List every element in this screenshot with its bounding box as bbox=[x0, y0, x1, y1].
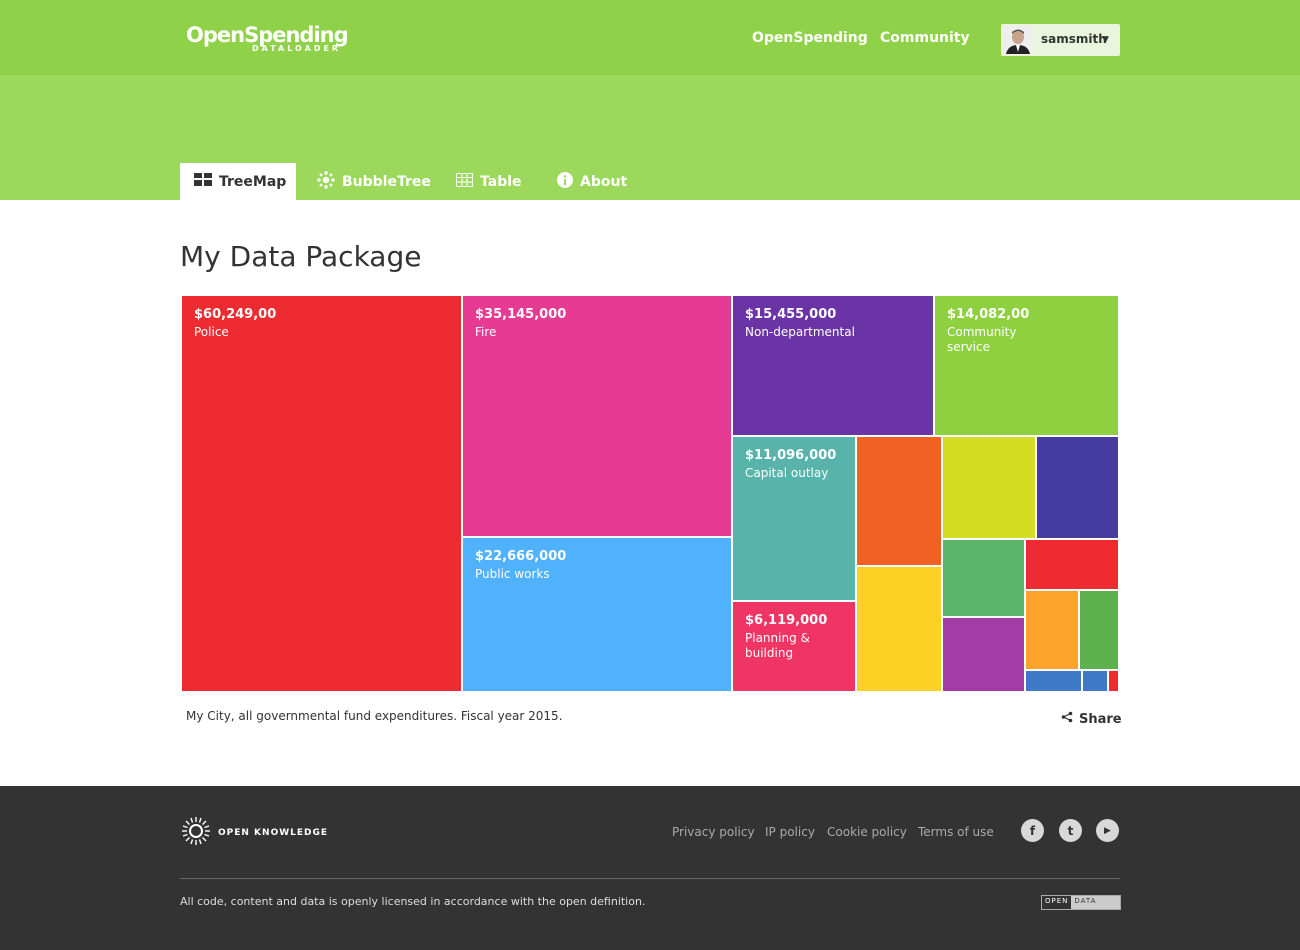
cell-label: Fire bbox=[475, 325, 497, 339]
cell-label: Public works bbox=[475, 567, 550, 581]
nav-openspending-link[interactable]: OpenSpending bbox=[752, 30, 868, 46]
tab-label: Table bbox=[480, 173, 522, 190]
openspending-logo[interactable]: OpenSpending DATALOADER bbox=[186, 22, 349, 53]
treemap-cell-capital-outlay[interactable]: $11,096,000 Capital outlay bbox=[732, 436, 856, 601]
table-icon bbox=[456, 172, 473, 191]
twitter-icon[interactable]: t bbox=[1059, 819, 1082, 842]
share-button[interactable]: Share bbox=[1061, 711, 1122, 727]
cell-label: Non-departmental bbox=[745, 325, 855, 339]
share-label: Share bbox=[1079, 711, 1122, 727]
page-title: My Data Package bbox=[180, 240, 422, 273]
open-knowledge-text: OPEN KNOWLEDGE bbox=[218, 828, 329, 838]
treemap-cell-non-departmental[interactable]: $15,455,000 Non-departmental bbox=[732, 295, 934, 436]
cell-amount: $22,666,000 bbox=[475, 549, 567, 564]
nav-community-link[interactable]: Community bbox=[880, 30, 970, 46]
treemap-cell-fire[interactable]: $35,145,000 Fire bbox=[462, 295, 732, 537]
cell-amount: $35,145,000 bbox=[475, 307, 567, 322]
cell-label: Planning & building bbox=[745, 631, 810, 660]
badge-data-text: DATA bbox=[1071, 896, 1120, 909]
treemap-cell-police[interactable]: $60,249,00 Police bbox=[181, 295, 462, 692]
privacy-policy-link[interactable]: Privacy policy bbox=[672, 825, 755, 839]
share-icon bbox=[1061, 711, 1073, 727]
tab-bubbletree[interactable]: BubbleTree bbox=[317, 163, 431, 200]
treemap-cell[interactable] bbox=[856, 566, 942, 692]
tab-label: About bbox=[580, 173, 628, 190]
treemap-cell[interactable] bbox=[1036, 436, 1119, 539]
open-knowledge-icon bbox=[180, 815, 212, 851]
youtube-icon[interactable]: ▶ bbox=[1096, 819, 1119, 842]
cookie-policy-link[interactable]: Cookie policy bbox=[827, 825, 907, 839]
cell-amount: $11,096,000 bbox=[745, 448, 837, 463]
badge-open-text: OPEN bbox=[1042, 896, 1072, 909]
tab-treemap[interactable]: TreeMap bbox=[180, 163, 296, 200]
footer bbox=[0, 786, 1300, 950]
cell-label: Capital outlay bbox=[745, 466, 829, 480]
treemap-cell[interactable] bbox=[1079, 590, 1119, 670]
treemap-cell[interactable] bbox=[942, 617, 1025, 692]
tab-label: TreeMap bbox=[219, 173, 287, 190]
treemap-cell[interactable] bbox=[856, 436, 942, 566]
treemap-cell-public-works[interactable]: $22,666,000 Public works bbox=[462, 537, 732, 692]
cell-amount: $15,455,000 bbox=[745, 307, 837, 322]
open-knowledge-logo[interactable]: OPEN KNOWLEDGE bbox=[180, 815, 328, 851]
treemap-chart: $60,249,00 Police $35,145,000 Fire $22,6… bbox=[181, 295, 1119, 692]
tab-label: BubbleTree bbox=[342, 173, 431, 190]
username: samsmith bbox=[1041, 32, 1107, 46]
ip-policy-link[interactable]: IP policy bbox=[765, 825, 815, 839]
open-data-badge[interactable]: OPEN DATA bbox=[1041, 895, 1121, 910]
info-icon bbox=[557, 171, 573, 192]
avatar bbox=[1003, 26, 1033, 54]
cell-amount: $6,119,000 bbox=[745, 613, 828, 628]
treemap-cell[interactable] bbox=[1082, 670, 1108, 692]
chevron-down-icon: ▼ bbox=[1102, 35, 1109, 45]
treemap-cell[interactable] bbox=[942, 436, 1036, 539]
terms-of-use-link[interactable]: Terms of use bbox=[918, 825, 994, 839]
tab-about[interactable]: About bbox=[557, 163, 627, 200]
facebook-icon[interactable]: f bbox=[1021, 819, 1044, 842]
treemap-cell[interactable] bbox=[942, 539, 1025, 617]
cell-amount: $14,082,00 bbox=[947, 307, 1030, 322]
user-menu-button[interactable]: samsmith ▼ bbox=[1001, 24, 1120, 56]
logo-sub-text: DATALOADER bbox=[252, 44, 342, 53]
license-text: All code, content and data is openly lic… bbox=[180, 895, 646, 908]
chart-caption: My City, all governmental fund expenditu… bbox=[186, 709, 563, 723]
bubbletree-icon bbox=[317, 170, 335, 193]
cell-amount: $60,249,00 bbox=[194, 307, 277, 322]
footer-divider bbox=[180, 878, 1120, 879]
tab-table[interactable]: Table bbox=[456, 163, 522, 200]
cell-label: Community service bbox=[947, 325, 1017, 354]
cell-label: Police bbox=[194, 325, 229, 339]
treemap-cell[interactable] bbox=[1025, 539, 1119, 590]
treemap-cell[interactable] bbox=[1108, 670, 1119, 692]
treemap-icon bbox=[194, 173, 212, 190]
treemap-cell-planning-building[interactable]: $6,119,000 Planning & building bbox=[732, 601, 856, 692]
treemap-cell-community-service[interactable]: $14,082,00 Community service bbox=[934, 295, 1119, 436]
treemap-cell[interactable] bbox=[1025, 590, 1079, 670]
treemap-cell[interactable] bbox=[1025, 670, 1082, 692]
